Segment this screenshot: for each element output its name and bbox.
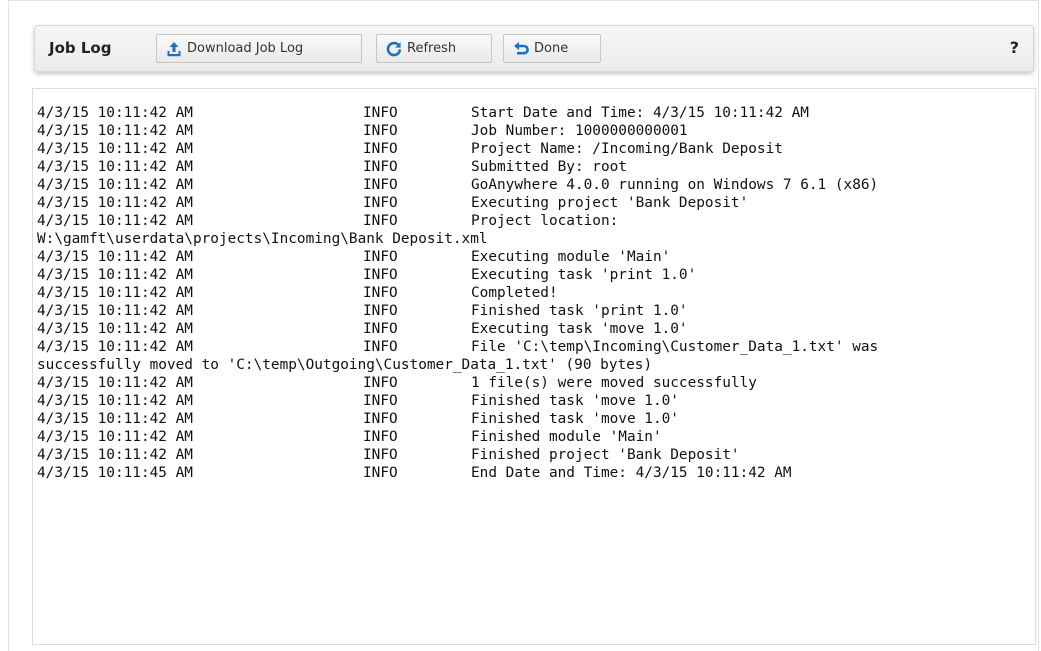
- log-message: 1 file(s) were moved successfully: [471, 375, 757, 391]
- log-level: INFO: [363, 105, 398, 121]
- log-line: 4/3/15 10:11:42 AM INFO Project Name: /Inc…: [37, 140, 1035, 158]
- log-message: Finished module 'Main': [471, 429, 662, 445]
- log-line: 4/3/15 10:11:42 AM INFO Executing module '…: [37, 248, 1035, 266]
- log-message: Start Date and Time: 4/3/15 10:11:42 AM: [471, 105, 809, 121]
- log-timestamp: 4/3/15 10:11:42 AM: [37, 141, 193, 157]
- refresh-button[interactable]: Refresh: [376, 34, 492, 63]
- log-message: GoAnywhere 4.0.0 running on Windows 7 6.…: [471, 177, 879, 193]
- log-line: 4/3/15 10:11:42 AM INFO Finished task 'pri…: [37, 302, 1035, 320]
- log-message: Executing task 'move 1.0': [471, 321, 688, 337]
- log-continuation-text: W:\gamft\userdata\projects\Incoming\Bank…: [37, 231, 488, 247]
- log-level: INFO: [363, 429, 398, 445]
- log-level: INFO: [363, 321, 398, 337]
- download-job-log-button[interactable]: Download Job Log: [156, 34, 362, 63]
- log-level: INFO: [363, 249, 398, 265]
- log-message: File 'C:\temp\Incoming\Customer_Data_1.t…: [471, 339, 879, 355]
- log-level: INFO: [363, 177, 398, 193]
- log-continuation-text: successfully moved to 'C:\temp\Outgoing\…: [37, 357, 653, 373]
- log-level: INFO: [363, 267, 398, 283]
- log-timestamp: 4/3/15 10:11:42 AM: [37, 123, 193, 139]
- log-timestamp: 4/3/15 10:11:42 AM: [37, 177, 193, 193]
- log-message: Job Number: 1000000000001: [471, 123, 688, 139]
- log-line: 4/3/15 10:11:42 AM INFO Start Date and Tim…: [37, 104, 1035, 122]
- log-line: 4/3/15 10:11:42 AM INFO Executing project …: [37, 194, 1035, 212]
- log-level: INFO: [363, 339, 398, 355]
- log-level: INFO: [363, 285, 398, 301]
- refresh-label: Refresh: [407, 41, 457, 56]
- log-line: 4/3/15 10:11:42 AM INFO Job Number: 100000…: [37, 122, 1035, 140]
- log-message: Executing task 'print 1.0': [471, 267, 697, 283]
- page-title: Job Log: [49, 39, 112, 57]
- log-line: 4/3/15 10:11:42 AM INFO Finished project '…: [37, 446, 1035, 464]
- log-line: 4/3/15 10:11:42 AM INFO Finished module 'M…: [37, 428, 1035, 446]
- log-level: INFO: [363, 213, 398, 229]
- log-message: Submitted By: root: [471, 159, 627, 175]
- log-timestamp: 4/3/15 10:11:42 AM: [37, 375, 193, 391]
- log-timestamp: 4/3/15 10:11:42 AM: [37, 285, 193, 301]
- log-line: 4/3/15 10:11:42 AM INFO GoAnywhere 4.0.0 r…: [37, 176, 1035, 194]
- log-level: INFO: [363, 195, 398, 211]
- log-message: Project location:: [471, 213, 619, 229]
- log-timestamp: 4/3/15 10:11:42 AM: [37, 393, 193, 409]
- log-message: Executing module 'Main': [471, 249, 671, 265]
- log-message: Finished task 'print 1.0': [471, 303, 688, 319]
- log-timestamp: 4/3/15 10:11:42 AM: [37, 213, 193, 229]
- download-job-log-label: Download Job Log: [187, 41, 304, 56]
- log-timestamp: 4/3/15 10:11:42 AM: [37, 339, 193, 355]
- log-line: 4/3/15 10:11:42 AM INFO Finished task 'mov…: [37, 392, 1035, 410]
- log-timestamp: 4/3/15 10:11:42 AM: [37, 159, 193, 175]
- log-timestamp: 4/3/15 10:11:42 AM: [37, 411, 193, 427]
- log-timestamp: 4/3/15 10:11:42 AM: [37, 249, 193, 265]
- done-label: Done: [534, 41, 569, 56]
- log-line: 4/3/15 10:11:42 AM INFO Finished task 'mov…: [37, 410, 1035, 428]
- log-message: Completed!: [471, 285, 558, 301]
- help-icon[interactable]: ?: [1010, 38, 1019, 57]
- log-line: 4/3/15 10:11:42 AM INFO Executing task 'mo…: [37, 320, 1035, 338]
- log-timestamp: 4/3/15 10:11:45 AM: [37, 465, 193, 481]
- log-timestamp: 4/3/15 10:11:42 AM: [37, 105, 193, 121]
- log-level: INFO: [363, 465, 398, 481]
- log-message: Finished task 'move 1.0': [471, 411, 679, 427]
- log-message: Executing project 'Bank Deposit': [471, 195, 749, 211]
- toolbar: Job Log Download Job Log Refresh Done ?: [34, 25, 1034, 72]
- refresh-icon: [385, 40, 403, 58]
- log-line: 4/3/15 10:11:45 AM INFO End Date and Time:…: [37, 464, 1035, 482]
- log-message: Finished task 'move 1.0': [471, 393, 679, 409]
- log-level: INFO: [363, 393, 398, 409]
- log-level: INFO: [363, 447, 398, 463]
- log-level: INFO: [363, 303, 398, 319]
- log-level: INFO: [363, 123, 398, 139]
- log-timestamp: 4/3/15 10:11:42 AM: [37, 303, 193, 319]
- log-line-continuation: successfully moved to 'C:\temp\Outgoing\…: [37, 356, 1035, 374]
- log-lines: 4/3/15 10:11:42 AM INFO Start Date and Tim…: [37, 104, 1035, 482]
- log-timestamp: 4/3/15 10:11:42 AM: [37, 429, 193, 445]
- log-line: 4/3/15 10:11:42 AM INFO Submitted By: root: [37, 158, 1035, 176]
- log-line: 4/3/15 10:11:42 AM INFO Completed!: [37, 284, 1035, 302]
- log-level: INFO: [363, 411, 398, 427]
- job-log-panel: Job Log Download Job Log Refresh Done ? …: [8, 0, 1039, 651]
- log-line: 4/3/15 10:11:42 AM INFO Project location:: [37, 212, 1035, 230]
- log-line: 4/3/15 10:11:42 AM INFO File 'C:\temp\Inco…: [37, 338, 1035, 356]
- log-message: Project Name: /Incoming/Bank Deposit: [471, 141, 783, 157]
- upload-arrow-icon: [165, 40, 183, 58]
- log-level: INFO: [363, 375, 398, 391]
- log-timestamp: 4/3/15 10:11:42 AM: [37, 195, 193, 211]
- log-level: INFO: [363, 159, 398, 175]
- log-timestamp: 4/3/15 10:11:42 AM: [37, 267, 193, 283]
- done-button[interactable]: Done: [503, 34, 601, 63]
- log-message: End Date and Time: 4/3/15 10:11:42 AM: [471, 465, 792, 481]
- log-line: 4/3/15 10:11:42 AM INFO 1 file(s) were mov…: [37, 374, 1035, 392]
- log-line: 4/3/15 10:11:42 AM INFO Executing task 'pr…: [37, 266, 1035, 284]
- log-timestamp: 4/3/15 10:11:42 AM: [37, 447, 193, 463]
- log-level: INFO: [363, 141, 398, 157]
- log-timestamp: 4/3/15 10:11:42 AM: [37, 321, 193, 337]
- undo-arrow-icon: [512, 40, 530, 58]
- log-line-continuation: W:\gamft\userdata\projects\Incoming\Bank…: [37, 230, 1035, 248]
- job-log-output[interactable]: 4/3/15 10:11:42 AM INFO Start Date and Tim…: [32, 88, 1036, 645]
- log-message: Finished project 'Bank Deposit': [471, 447, 740, 463]
